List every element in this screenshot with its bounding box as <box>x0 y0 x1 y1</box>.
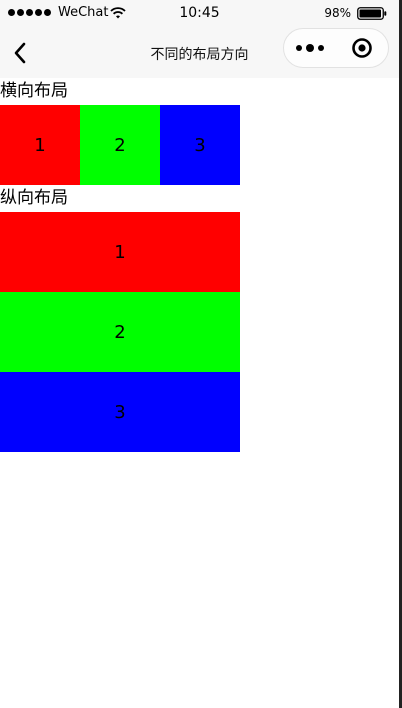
vertical-box-1: 1 <box>0 212 240 292</box>
more-dots-icon <box>295 45 302 51</box>
more-button[interactable] <box>284 29 336 67</box>
battery-percent: 98% <box>324 6 351 20</box>
horizontal-box-1: 1 <box>0 105 80 185</box>
more-dots-icon <box>317 45 324 51</box>
close-mini-program-button[interactable] <box>336 29 388 67</box>
mini-program-capsule <box>283 28 389 68</box>
vertical-box-2: 2 <box>0 292 240 372</box>
nav-bar: 不同的布局方向 <box>0 28 399 78</box>
target-circle-icon <box>352 38 373 58</box>
horizontal-layout: 1 2 3 <box>0 105 240 185</box>
battery-icon <box>357 7 387 20</box>
vertical-layout: 1 2 3 <box>0 212 240 452</box>
status-bar: WeChat 10:45 98% <box>0 0 399 28</box>
more-dots-icon <box>305 44 314 52</box>
vertical-section-title: 纵向布局 <box>0 188 68 208</box>
horizontal-section-title: 横向布局 <box>0 81 68 101</box>
horizontal-box-2: 2 <box>80 105 160 185</box>
page-content: 横向布局 1 2 3 纵向布局 1 2 3 <box>0 78 399 452</box>
vertical-box-3: 3 <box>0 372 240 452</box>
horizontal-box-3: 3 <box>160 105 240 185</box>
